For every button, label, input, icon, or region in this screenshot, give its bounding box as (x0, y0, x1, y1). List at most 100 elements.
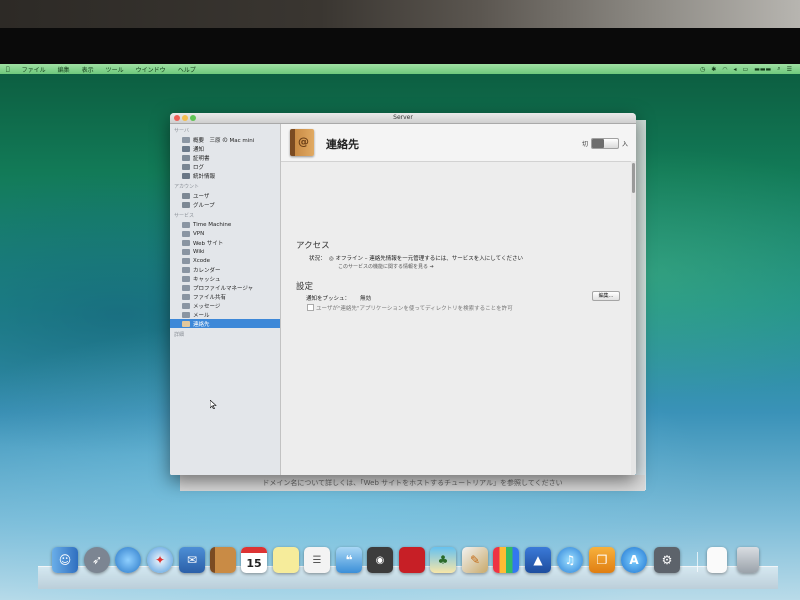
sidebar-item-xcode[interactable]: Xcode (170, 256, 280, 265)
menu-apple[interactable]:  (0, 66, 16, 73)
trash-icon[interactable] (737, 547, 759, 573)
service-on-off-switch[interactable] (590, 138, 619, 149)
menu-view[interactable]: 表示 (76, 65, 100, 74)
sidebar-item-profile-manager[interactable]: プロファイルマネージャ (170, 283, 280, 292)
calendar-dock-icon[interactable]: 15 (241, 547, 267, 573)
timemachine-icon[interactable]: ◷ (700, 66, 705, 73)
service-info-link-text: このサービスの機能に関する情報を見る (338, 264, 429, 270)
sidebar-item-wiki[interactable]: Wiki (170, 247, 280, 256)
sidebar-item-messages[interactable]: メッセージ (170, 301, 280, 310)
sidebar-item-overview[interactable]: 概要 三原 の Mac mini (170, 135, 280, 144)
battery-icon[interactable]: ▭ (743, 66, 749, 73)
sidebar-item-label: 統計情報 (193, 173, 216, 180)
safari-icon[interactable]: ✦ (147, 547, 173, 573)
contacts-dock-icon[interactable] (210, 547, 236, 573)
allow-directory-search-label: ユーザが"連絡先"アプリケーションを使ってディレクトリを検索することを許可 (316, 306, 513, 312)
sidebar-item-users[interactable]: ユーザ (170, 191, 280, 200)
push-notifications-value: 無効 (360, 296, 372, 302)
service-info-link[interactable]: このサービスの機能に関する情報を見る ➔ (338, 263, 434, 270)
menu-help[interactable]: ヘルプ (172, 65, 202, 74)
scrollbar-thumb[interactable] (632, 163, 635, 193)
sidebar-item-time-machine[interactable]: Time Machine (170, 220, 280, 229)
status-label: 状況： (309, 256, 326, 262)
reminders-icon[interactable]: ☰ (304, 547, 330, 573)
volume-icon[interactable]: ◂ (734, 66, 737, 73)
minimize-button[interactable] (182, 115, 188, 121)
document-icon[interactable] (707, 547, 727, 573)
certificate-icon (182, 154, 190, 161)
menu-tools[interactable]: ツール (100, 65, 130, 74)
toggle-off-label: 切 (581, 141, 588, 148)
sidebar-item-label: Web サイト (193, 240, 224, 247)
notes-icon[interactable] (273, 547, 299, 573)
notification-center-icon[interactable]: ☰ (787, 66, 792, 73)
sidebar-item-label: キャッシュ (193, 276, 221, 283)
app-store-icon[interactable]: A (621, 547, 647, 573)
menu-window[interactable]: ウインドウ (130, 65, 172, 74)
numbers-icon[interactable] (493, 547, 519, 573)
toggle-on-label: 入 (621, 141, 628, 148)
launchpad-icon[interactable]: ➶ (84, 547, 110, 573)
system-preferences-icon[interactable]: ⚙ (654, 547, 680, 573)
sidebar-item-alerts[interactable]: 通知 (170, 144, 280, 153)
sidebar-section-server: サーバ (174, 128, 189, 134)
service-title: 連絡先 (326, 138, 359, 151)
spotlight-icon[interactable]: ⌕ (777, 65, 780, 73)
vertical-scrollbar[interactable] (631, 161, 636, 475)
sidebar-item-stats[interactable]: 統計情報 (170, 171, 280, 180)
sidebar-item-certificates[interactable]: 証明書 (170, 153, 280, 162)
finder-icon[interactable]: ☺ (52, 547, 78, 573)
sidebar: サーバ 概要 三原 の Mac mini 通知 証明書 ログ 統計情報 アカウン… (170, 124, 281, 475)
clock-text[interactable]: ▬▬▬ (754, 66, 771, 73)
allow-directory-search-checkbox[interactable] (307, 304, 314, 311)
pages-icon[interactable]: ✎ (462, 547, 488, 573)
title-bar[interactable]: Server (170, 113, 636, 124)
sidebar-item-file-sharing[interactable]: ファイル共有 (170, 292, 280, 301)
sidebar-item-label: グループ (193, 202, 215, 209)
sidebar-section-advanced: 詳細 (174, 332, 185, 338)
sidebar-item-contacts[interactable]: 連絡先 (170, 319, 280, 328)
profile-manager-icon (182, 284, 190, 291)
access-heading: アクセス (296, 241, 330, 251)
zoom-button[interactable] (190, 115, 196, 121)
sidebar-item-groups[interactable]: グループ (170, 200, 280, 209)
sidebar-item-label: VPN (193, 230, 205, 237)
menu-file[interactable]: ファイル (16, 65, 52, 74)
background-window-text: ドメイン名について詳しくは、「Web サイトをホストするチュートリアル」を参照し… (180, 475, 645, 491)
dock-separator (697, 552, 698, 572)
sidebar-item-calendar[interactable]: カレンダー (170, 265, 280, 274)
sidebar-item-websites[interactable]: Web サイト (170, 238, 280, 247)
status-text: ◎ オフライン – 連絡先情報を一元管理するには、サービスを入にしてください (329, 256, 523, 262)
sidebar-item-vpn[interactable]: VPN (170, 229, 280, 238)
edit-push-button[interactable]: 編集... (592, 291, 620, 301)
switch-knob[interactable] (591, 139, 604, 148)
sidebar-item-mail[interactable]: メール (170, 310, 280, 319)
photo-booth-icon[interactable] (399, 547, 425, 573)
hammer-icon (182, 257, 190, 264)
sidebar-item-label: ファイル共有 (193, 294, 227, 301)
vpn-icon (182, 230, 190, 237)
wifi-icon[interactable]: ◠ (722, 66, 727, 73)
sidebar-item-label: メール (193, 312, 210, 319)
mail-stamp-icon[interactable]: ✉ (179, 547, 205, 573)
close-button[interactable] (174, 115, 180, 121)
ibooks-icon[interactable]: ❐ (589, 547, 615, 573)
facetime-icon[interactable]: ◉ (367, 547, 393, 573)
monitor-bezel (0, 28, 800, 64)
iphoto-icon[interactable]: ♣ (430, 547, 456, 573)
sidebar-item-label: 通知 (193, 146, 205, 153)
menu-edit[interactable]: 編集 (52, 65, 76, 74)
messages-dock-icon[interactable]: ❝ (336, 547, 362, 573)
sidebar-item-label: ユーザ (193, 193, 210, 200)
bluetooth-icon[interactable]: ✱ (711, 66, 716, 73)
sidebar-item-logs[interactable]: ログ (170, 162, 280, 171)
sidebar-item-label: ログ (193, 164, 205, 171)
keynote-icon[interactable]: ▲ (525, 547, 551, 573)
mission-control-icon[interactable] (115, 547, 141, 573)
settings-heading: 設定 (296, 282, 314, 292)
stats-icon (182, 172, 190, 179)
itunes-icon[interactable]: ♫ (557, 547, 583, 573)
user-icon (182, 192, 190, 199)
messages-icon (182, 302, 190, 309)
sidebar-item-caching[interactable]: キャッシュ (170, 274, 280, 283)
